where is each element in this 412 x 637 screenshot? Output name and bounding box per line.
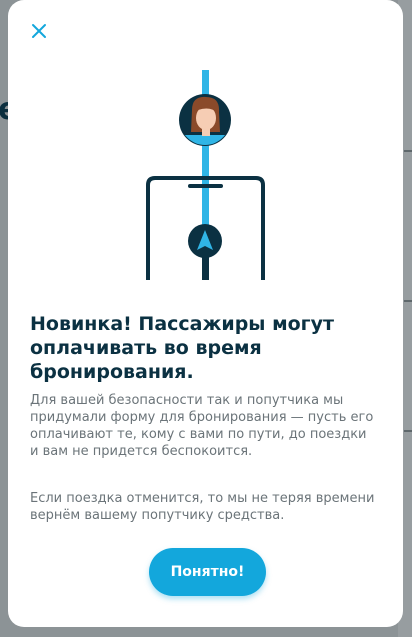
close-icon[interactable]: [30, 22, 48, 40]
navigation-arrow-icon: [188, 224, 222, 258]
background-divider: [404, 300, 412, 302]
modal-refund-note: Если поездка отменится, то мы не теряя в…: [30, 491, 375, 523]
background-divider: [404, 150, 412, 152]
booking-illustration: [146, 70, 265, 280]
background-divider: [404, 430, 412, 432]
ok-button[interactable]: Понятно!: [149, 548, 266, 596]
passenger-avatar-icon: [179, 94, 231, 146]
modal-description: Для вашей безопасности так и попутчика м…: [30, 393, 374, 459]
info-modal: Новинка! Пассажиры могут оплачивать во в…: [8, 0, 403, 627]
route-line-light: [202, 70, 209, 230]
modal-title: Новинка! Пассажиры могут оплачивать во в…: [30, 313, 335, 383]
phone-speaker: [188, 184, 223, 188]
